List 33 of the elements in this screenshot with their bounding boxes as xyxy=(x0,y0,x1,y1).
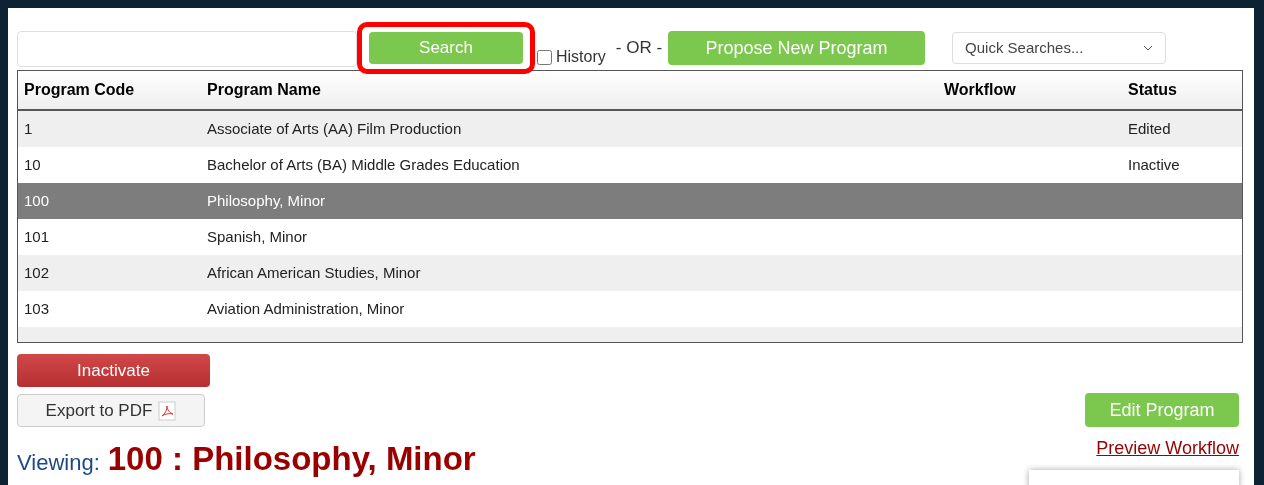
or-separator: - OR - xyxy=(615,37,663,60)
table-cell: 103 xyxy=(24,299,50,317)
chevron-down-icon xyxy=(1143,45,1154,51)
table-row[interactable]: 1 Associate of Arts (AA) Film Production Edited xyxy=(18,111,1242,147)
table-cell: Aviation Administration, Minor xyxy=(207,299,405,317)
column-header: Workflow xyxy=(944,81,1016,98)
table-cell: 10 xyxy=(24,155,41,173)
table-row[interactable]: 100 Philosophy, Minor xyxy=(18,183,1242,219)
pdf-icon xyxy=(158,400,177,421)
table-cell: Bachelor of Arts (BA) Middle Grades Education xyxy=(207,155,520,173)
table-cell: 100 xyxy=(24,191,50,209)
table-cell: Philosophy, Minor xyxy=(207,191,326,209)
table-cell: 1 xyxy=(24,119,33,137)
table-cell: Spanish, Minor xyxy=(207,227,308,245)
column-header: Status xyxy=(1128,81,1177,98)
table-cell: African American Studies, Minor xyxy=(207,263,421,281)
column-header: Program Code xyxy=(24,81,135,98)
table-cell: Associate of Arts (AA) Film Production xyxy=(207,119,462,137)
inactivate-button[interactable]: Inactivate xyxy=(17,354,210,387)
column-header: Program Name xyxy=(207,81,321,98)
search-field[interactable] xyxy=(17,31,357,67)
export-pdf-button[interactable]: Export to PDF xyxy=(17,394,205,427)
history-checkbox[interactable] xyxy=(537,49,552,65)
viewing-label: Viewing: xyxy=(17,449,100,477)
table-cell: Edited xyxy=(1128,119,1171,137)
quick-searches-dropdown[interactable]: Quick Searches... xyxy=(952,32,1167,64)
preview-workflow-link[interactable]: Preview Workflow xyxy=(1096,435,1239,462)
table-row[interactable]: 102 African American Studies, Minor xyxy=(18,255,1242,291)
table-cell: 101 xyxy=(24,227,50,245)
table-cell: 102 xyxy=(24,263,50,281)
table-cell: Inactive xyxy=(1128,155,1180,173)
history-label: History xyxy=(556,47,606,67)
viewing-title: 100 : Philosophy, Minor xyxy=(107,442,476,475)
